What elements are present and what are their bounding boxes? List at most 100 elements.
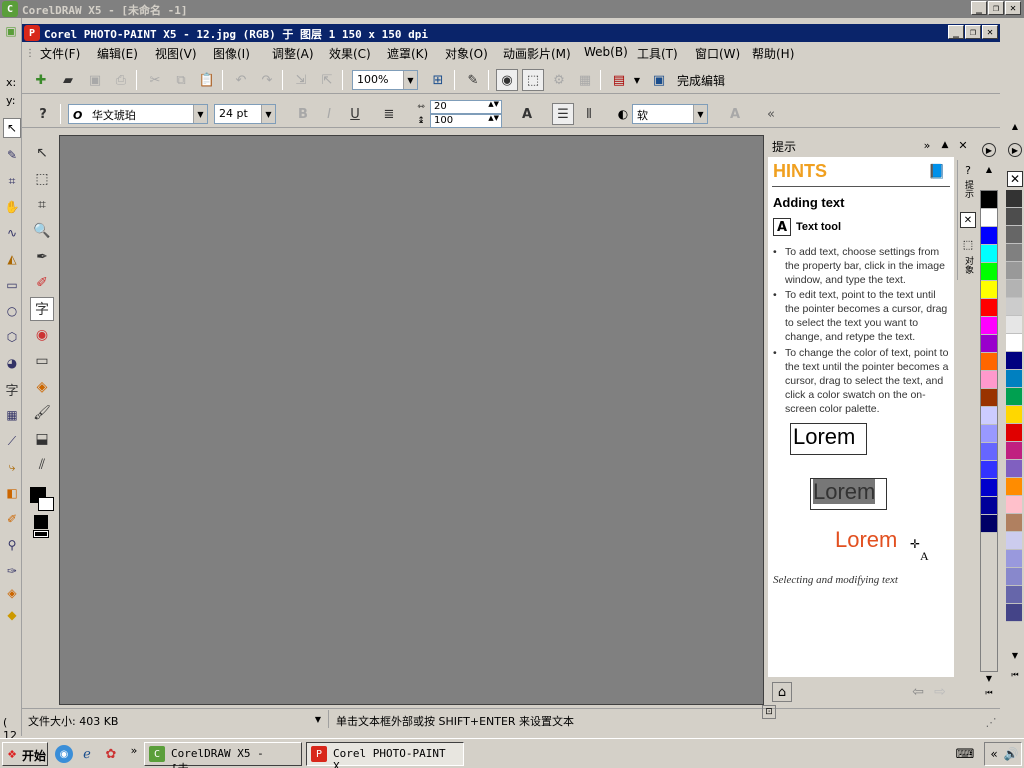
eyedropper-tool[interactable]: ✒ (30, 245, 54, 269)
mask-visibility-icon[interactable]: ◉ (496, 69, 518, 91)
forward-arrow-icon[interactable]: ⇨ (930, 682, 950, 702)
connector-tool-icon[interactable]: ⤷ (3, 458, 21, 476)
inner-close-button[interactable]: ✕ (982, 25, 998, 39)
finish-editing-icon[interactable]: ▣ (648, 69, 670, 91)
crop-tool-icon[interactable]: ⌗ (3, 172, 21, 190)
menu-image[interactable]: 图像(I) (213, 45, 250, 62)
import-icon[interactable]: ⇲ (290, 69, 312, 91)
color-swatch[interactable] (1006, 586, 1022, 604)
menu-view[interactable]: 视图(V) (155, 45, 197, 62)
status-dropdown-icon[interactable]: ▼ (312, 713, 324, 725)
paper-color-swatch[interactable] (33, 530, 49, 538)
color-swatch[interactable] (1006, 514, 1022, 532)
text-warp-icon[interactable]: A (516, 103, 538, 125)
transparency-tool-icon[interactable]: ✐ (3, 510, 21, 528)
secondary-color-swatch[interactable] (38, 497, 54, 511)
task-photo-paint[interactable]: P Corel PHOTO-PAINT X... (306, 742, 464, 768)
start-button[interactable]: ❖ 开始 (2, 742, 48, 766)
print-icon[interactable]: ⎙ (110, 69, 132, 91)
new-document-icon[interactable]: ▣ (2, 22, 20, 40)
spin-arrows-icon[interactable]: ▲▼ (488, 100, 499, 108)
color-swatch[interactable] (981, 425, 997, 443)
color-swatch[interactable] (1006, 568, 1022, 586)
red-eye-tool[interactable]: ◉ (30, 323, 54, 347)
copy-icon[interactable]: ⧉ (170, 69, 192, 91)
menu-object[interactable]: 对象(O) (445, 45, 488, 62)
menu-movie[interactable]: 动画影片(M) (503, 45, 571, 62)
close-icon[interactable]: ✕ (960, 212, 976, 228)
snap-icon[interactable]: ▦ (574, 69, 596, 91)
rectangle-tool-icon[interactable]: ▭ (3, 276, 21, 294)
inner-restore-button[interactable]: ❐ (965, 25, 981, 39)
ellipse-tool-icon[interactable]: ○ (3, 302, 21, 320)
crop-tool[interactable]: ⌗ (30, 193, 54, 217)
color-swatch[interactable] (981, 479, 997, 497)
zoom-level-select[interactable]: 100% ▼ (352, 70, 418, 90)
eyedropper-icon[interactable]: ⚲ (3, 536, 21, 554)
color-swatch[interactable] (1006, 334, 1022, 352)
color-swatch[interactable] (1006, 478, 1022, 496)
no-color-swatch[interactable]: ✕ (1007, 171, 1023, 187)
font-size-select[interactable]: 24 pt ▼ (214, 104, 276, 124)
outer-palette-end-icon[interactable]: ⏮ (1008, 670, 1022, 680)
color-swatch[interactable] (1006, 208, 1022, 226)
antialias-select[interactable]: 软 ▼ (632, 104, 708, 124)
inner-minimize-button[interactable]: _ (948, 25, 964, 39)
color-swatch[interactable] (1006, 532, 1022, 550)
close-docker-icon[interactable]: ✕ (956, 138, 970, 152)
color-swatch[interactable] (981, 407, 997, 425)
object-marquee-icon[interactable]: ⬚ (522, 69, 544, 91)
lock-icon[interactable]: ⚙ (548, 69, 570, 91)
menu-tools[interactable]: 工具(T) (637, 45, 678, 62)
outer-close-button[interactable]: ✕ (1005, 1, 1021, 15)
collapse-toolbar-icon[interactable]: « (760, 103, 782, 125)
new-file-icon[interactable]: ✚ (30, 69, 52, 91)
zoom-tool[interactable]: 🔍 (30, 219, 54, 243)
bold-icon[interactable]: B (292, 103, 314, 125)
color-swatch[interactable] (1006, 460, 1022, 478)
help-book-icon[interactable]: 📘 (928, 163, 946, 181)
color-swatch[interactable] (1006, 298, 1022, 316)
color-swatch[interactable] (1006, 388, 1022, 406)
color-swatch[interactable] (1006, 244, 1022, 262)
color-swatch[interactable] (1006, 604, 1022, 622)
ie-icon[interactable]: ℯ (78, 745, 96, 763)
text-tool-icon[interactable]: 字 (3, 380, 21, 399)
browser-icon[interactable]: ◉ (55, 745, 73, 763)
outer-palette-scroll-down-icon[interactable]: ▼ (1008, 650, 1022, 660)
eraser-tool[interactable]: ✐ (30, 271, 54, 295)
pick-tool-icon[interactable]: ↖ (3, 118, 21, 138)
color-swatch[interactable] (981, 299, 997, 317)
redo-icon[interactable]: ↷ (256, 69, 278, 91)
text-to-mask-icon[interactable]: A (724, 103, 746, 125)
task-coreldraw[interactable]: C CorelDRAW X5 - [未... (144, 742, 302, 768)
palette-options-icon[interactable]: ▶ (982, 143, 996, 157)
color-swatch[interactable] (981, 497, 997, 515)
quick-launch-expand-icon[interactable]: » (128, 743, 140, 757)
fill-tool[interactable]: ◈ (30, 375, 54, 399)
palette-end-icon[interactable]: ⏮ (982, 688, 996, 698)
color-swatch[interactable] (981, 263, 997, 281)
back-arrow-icon[interactable]: ⇦ (908, 682, 928, 702)
menu-web[interactable]: Web(B) (584, 45, 628, 59)
outer-palette-scroll-up-icon[interactable]: ▲ (1008, 120, 1022, 132)
shape-tool-icon[interactable]: ✎ (3, 146, 21, 164)
navigator-icon[interactable]: ⊡ (762, 705, 776, 719)
menu-help[interactable]: 帮助(H) (752, 45, 794, 62)
horizontal-text-icon[interactable]: ☰ (552, 103, 574, 125)
color-swatch[interactable] (981, 191, 997, 209)
color-swatch[interactable] (1006, 406, 1022, 424)
fill-color-swatch[interactable] (34, 515, 48, 529)
font-family-select[interactable]: O 华文琥珀 ▼ (68, 104, 208, 124)
export-icon[interactable]: ⇱ (316, 69, 338, 91)
color-swatch[interactable] (981, 353, 997, 371)
color-swatch[interactable] (981, 209, 997, 227)
color-swatch[interactable] (981, 371, 997, 389)
color-swatch[interactable] (981, 443, 997, 461)
color-swatch[interactable] (1006, 352, 1022, 370)
objects-tab-icon[interactable]: ⬚ (960, 236, 976, 252)
palette-scroll-down-icon[interactable]: ▼ (982, 673, 996, 683)
undo-icon[interactable]: ↶ (230, 69, 252, 91)
color-swatch[interactable] (981, 515, 997, 533)
outline-tool-icon[interactable]: ✑ (3, 562, 21, 580)
